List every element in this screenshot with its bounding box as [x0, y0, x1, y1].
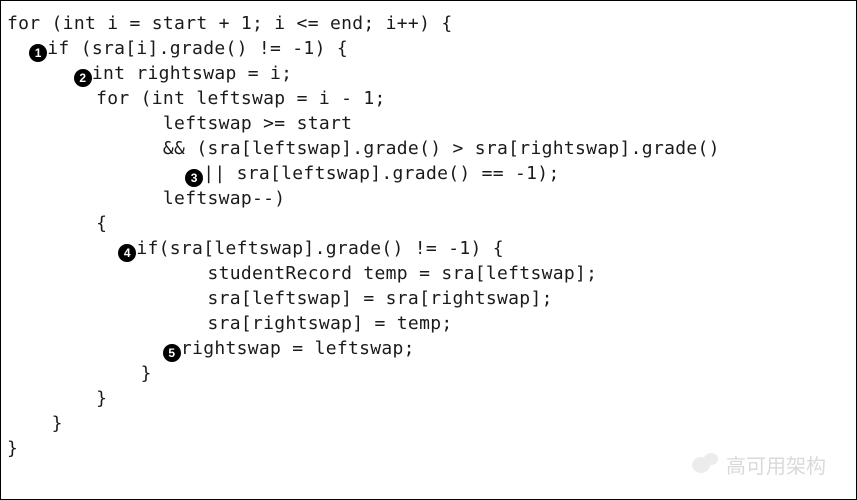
- code-line: 4if(sra[leftswap].grade() != -1) {: [7, 236, 856, 261]
- code-frame: { "code": { "lines": [ { "indent": 0, "b…: [0, 0, 857, 500]
- code-text: }: [52, 413, 63, 434]
- code-text: studentRecord temp = sra[leftswap];: [207, 263, 597, 284]
- code-text: }: [96, 388, 107, 409]
- code-text: int rightswap = i;: [92, 63, 292, 84]
- code-line: 1if (sra[i].grade() != -1) {: [7, 36, 856, 61]
- code-text: || sra[leftswap].grade() == -1);: [203, 163, 559, 184]
- code-text: {: [96, 213, 107, 234]
- callout-bullet-4: 4: [118, 239, 136, 257]
- code-line: }: [7, 436, 856, 461]
- code-text: }: [141, 363, 152, 384]
- code-text: }: [7, 438, 18, 459]
- code-line: }: [7, 411, 856, 436]
- code-text: for (int i = start + 1; i <= end; i++) {: [7, 13, 452, 34]
- code-text: && (sra[leftswap].grade() > sra[rightswa…: [163, 138, 720, 159]
- code-line: sra[leftswap] = sra[rightswap];: [7, 286, 856, 311]
- code-line: }: [7, 361, 856, 386]
- code-text: if(sra[leftswap].grade() != -1) {: [136, 238, 504, 259]
- callout-bullet-5: 5: [163, 339, 181, 357]
- code-line: leftswap--): [7, 186, 856, 211]
- code-line: 2int rightswap = i;: [7, 61, 856, 86]
- code-text: for (int leftswap = i - 1;: [96, 88, 386, 109]
- code-line: studentRecord temp = sra[leftswap];: [7, 261, 856, 286]
- code-text: if (sra[i].grade() != -1) {: [47, 38, 348, 59]
- code-line: }: [7, 386, 856, 411]
- callout-bullet-1: 1: [29, 39, 47, 57]
- code-line: 5rightswap = leftswap;: [7, 336, 856, 361]
- code-block: for (int i = start + 1; i <= end; i++) {…: [7, 11, 856, 461]
- code-line: sra[rightswap] = temp;: [7, 311, 856, 336]
- code-line: && (sra[leftswap].grade() > sra[rightswa…: [7, 136, 856, 161]
- code-text: sra[leftswap] = sra[rightswap];: [207, 288, 552, 309]
- code-text: rightswap = leftswap;: [181, 338, 415, 359]
- code-line: 3|| sra[leftswap].grade() == -1);: [7, 161, 856, 186]
- code-line: for (int i = start + 1; i <= end; i++) {: [7, 11, 856, 36]
- code-text: leftswap--): [163, 188, 286, 209]
- code-line: leftswap >= start: [7, 111, 856, 136]
- code-line: {: [7, 211, 856, 236]
- callout-bullet-2: 2: [74, 64, 92, 82]
- callout-bullet-3: 3: [185, 164, 203, 182]
- code-line: for (int leftswap = i - 1;: [7, 86, 856, 111]
- code-text: sra[rightswap] = temp;: [207, 313, 452, 334]
- code-text: leftswap >= start: [163, 113, 352, 134]
